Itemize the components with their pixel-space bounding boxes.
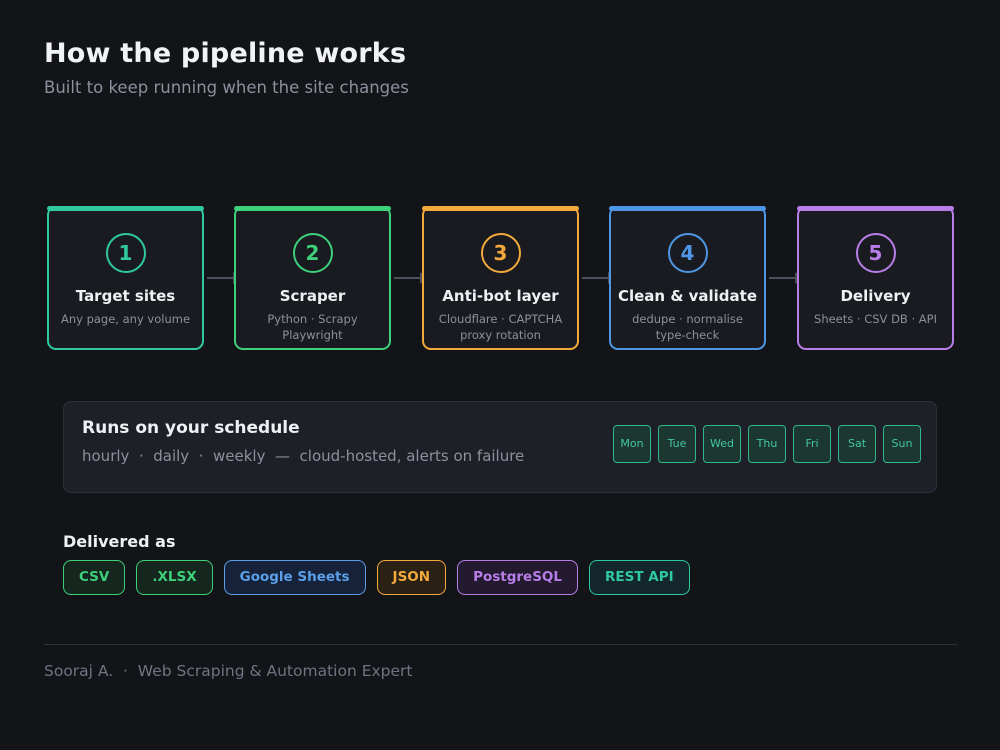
step-number-badge: 2	[292, 233, 333, 273]
arrow-connector	[769, 272, 802, 284]
page-subtitle: Built to keep running when the site chan…	[44, 78, 409, 97]
pipeline-step-target-sites: 1 Target sites Any page, any volume	[47, 206, 204, 350]
day-chip-sun: Sun	[883, 425, 921, 463]
format-chip-xlsx: .XLSX	[136, 560, 213, 595]
schedule-frequencies: hourly · daily · weekly — cloud-hosted, …	[82, 447, 525, 465]
format-chip-json: JSON	[376, 560, 447, 595]
day-chip-wed: Wed	[703, 425, 741, 463]
format-chip-rest-api: REST API	[589, 560, 690, 595]
day-chip-fri: Fri	[793, 425, 831, 463]
pipeline-diagram: 1 Target sites Any page, any volume 2 Sc…	[47, 206, 954, 351]
step-accent-bar	[797, 206, 954, 211]
format-chip-google-sheets: Google Sheets	[223, 560, 366, 595]
weekday-chips: Mon Tue Wed Thu Fri Sat Sun	[613, 425, 928, 463]
day-chip-mon: Mon	[613, 425, 651, 463]
step-accent-bar	[422, 206, 579, 211]
arrow-connector	[394, 272, 427, 284]
step-description: Any page, any volume	[60, 312, 191, 326]
step-description: Python · Scrapy Playwright	[267, 312, 358, 342]
step-name: Anti-bot layer	[442, 287, 559, 305]
pipeline-step-anti-bot-layer: 3 Anti-bot layer Cloudflare · CAPTCHA pr…	[422, 206, 579, 350]
pipeline-step-scraper: 2 Scraper Python · Scrapy Playwright	[234, 206, 391, 350]
footer-credit: Sooraj A. · Web Scraping & Automation Ex…	[44, 662, 413, 680]
format-chip-postgresql: PostgreSQL	[457, 560, 579, 595]
step-description: Cloudflare · CAPTCHA proxy rotation	[438, 312, 563, 342]
step-name: Delivery	[840, 287, 911, 305]
schedule-title: Runs on your schedule	[82, 418, 300, 438]
step-number-badge: 4	[667, 233, 708, 273]
step-number-badge: 5	[855, 233, 896, 273]
step-accent-bar	[234, 206, 391, 211]
format-chips: CSV .XLSX Google Sheets JSON PostgreSQL …	[63, 560, 701, 595]
step-name: Clean & validate	[617, 287, 758, 305]
step-description: dedupe · normalise type-check	[632, 312, 743, 342]
schedule-card: Runs on your schedule hourly · daily · w…	[63, 401, 937, 493]
day-chip-sat: Sat	[838, 425, 876, 463]
pipeline-step-clean-validate: 4 Clean & validate dedupe · normalise ty…	[609, 206, 766, 350]
step-accent-bar	[609, 206, 766, 211]
step-number-badge: 3	[480, 233, 521, 273]
step-accent-bar	[47, 206, 204, 211]
footer-divider	[44, 644, 957, 645]
pipeline-step-delivery: 5 Delivery Sheets · CSV DB · API	[797, 206, 954, 350]
step-description: Sheets · CSV DB · API	[814, 312, 937, 326]
step-number-badge: 1	[105, 233, 146, 273]
format-chip-csv: CSV	[63, 560, 126, 595]
delivered-as-label: Delivered as	[63, 532, 176, 551]
page-title: How the pipeline works	[44, 38, 407, 69]
day-chip-tue: Tue	[658, 425, 696, 463]
step-name: Target sites	[75, 287, 176, 305]
day-chip-thu: Thu	[748, 425, 786, 463]
step-name: Scraper	[279, 287, 346, 305]
